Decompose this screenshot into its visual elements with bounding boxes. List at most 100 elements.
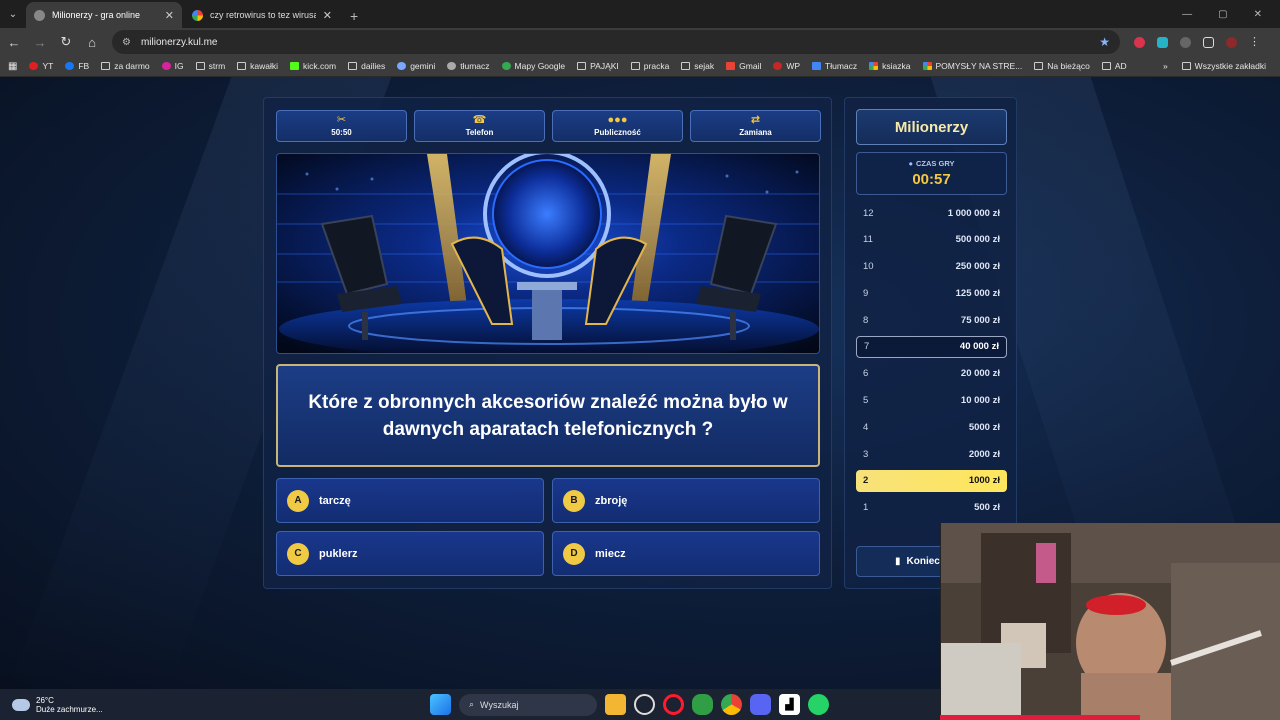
bookmark-tlumacz2[interactable]: Tłumacz: [806, 61, 863, 71]
translate-extension-icon[interactable]: [1157, 36, 1168, 48]
taskbar-search[interactable]: ⌕ Wyszukaj: [459, 693, 597, 716]
lifeline-swap-button[interactable]: ⇄ Zamiana: [690, 110, 821, 142]
answer-letter-badge: C: [287, 542, 309, 565]
audience-icon: ●●●: [607, 114, 628, 126]
bookmark-label: Gmail: [739, 61, 762, 71]
reload-icon[interactable]: ↻: [54, 30, 78, 54]
extension-icon[interactable]: [1180, 36, 1191, 48]
discord-icon[interactable]: [750, 694, 771, 715]
answer-b-button[interactable]: B zbroję: [552, 478, 820, 523]
app-icon[interactable]: [634, 694, 655, 715]
bookmark-folder[interactable]: sejak: [675, 61, 720, 71]
answers-grid: A tarczę B zbroję C puklerz D miecz: [276, 478, 820, 576]
minimize-icon[interactable]: —: [1182, 9, 1192, 20]
ladder-amount: 5000 zł: [968, 421, 1000, 433]
google-translate-icon: [812, 62, 822, 70]
bookmark-gmail[interactable]: Gmail: [720, 61, 767, 71]
bookmark-folder[interactable]: PAJĄKI: [571, 61, 625, 71]
file-explorer-icon[interactable]: [605, 694, 626, 715]
bookmark-label: PAJĄKI: [590, 61, 619, 71]
prize-ladder-row: 5 10 000 zł: [856, 390, 1007, 412]
studio-image: [276, 153, 820, 354]
question-box: Które z obronnych akcesoriów znaleźć moż…: [276, 364, 820, 467]
windows-start-icon[interactable]: [430, 694, 451, 715]
browser-tab-bar: ⌄ Milionerzy - gra online ✕ czy retrowir…: [0, 0, 1280, 28]
window-controls: — ▢ ✕: [1182, 9, 1280, 28]
bookmark-tlumacz[interactable]: tłumacz: [441, 61, 495, 71]
bookmark-kick[interactable]: kick.com: [284, 61, 342, 71]
lifeline-phone-button[interactable]: ☎ Telefon: [414, 110, 545, 142]
prize-ladder-row: 9 125 000 zł: [856, 282, 1007, 304]
lifeline-audience-button[interactable]: ●●● Publiczność: [552, 110, 683, 142]
bookmark-folder[interactable]: dailies: [342, 61, 391, 71]
menu-kebab-icon[interactable]: ⋮: [1249, 36, 1260, 48]
tab-google-search[interactable]: czy retrowirus to tez wirusa - S ✕: [184, 2, 340, 28]
answer-a-button[interactable]: A tarczę: [276, 478, 544, 523]
bookmark-folder[interactable]: za darmo: [95, 61, 155, 71]
maximize-icon[interactable]: ▢: [1218, 9, 1227, 20]
bookmark-label: Tłumacz: [825, 61, 858, 71]
ladder-level: 10: [863, 261, 874, 273]
ladder-amount: 250 000 zł: [955, 261, 1000, 273]
swap-icon: ⇄: [750, 114, 761, 126]
all-bookmarks-folder[interactable]: Wszystkie zakładki: [1176, 61, 1272, 71]
bookmark-label: AD: [1114, 61, 1127, 71]
windows-taskbar: 26°C Duże zachmurze... ⌕ Wyszukaj ▟: [0, 689, 940, 720]
opera-icon[interactable]: [663, 694, 684, 715]
studio-illustration: [277, 154, 819, 353]
close-tab-icon[interactable]: ✕: [323, 9, 332, 22]
answer-c-button[interactable]: C puklerz: [276, 531, 544, 576]
apps-grid-icon[interactable]: ▦: [8, 61, 23, 72]
forward-icon[interactable]: →: [28, 30, 52, 54]
address-toolbar: ← → ↻ ⌂ ⚙ milionerzy.kul.me ★ ⋮: [0, 28, 1280, 56]
weather-description: Duże zachmurze...: [36, 704, 103, 714]
translate-icon: [447, 62, 457, 70]
bookmark-wp[interactable]: WP: [767, 61, 806, 71]
answer-d-button[interactable]: D miecz: [552, 531, 820, 576]
chrome-icon[interactable]: [721, 694, 742, 715]
bookmark-folder[interactable]: kawałki: [231, 61, 284, 71]
bookmark-label: tłumacz: [460, 61, 490, 71]
home-icon[interactable]: ⌂: [80, 30, 104, 54]
tab-milionerzy[interactable]: Milionerzy - gra online ✕: [26, 2, 182, 28]
bookmark-folder[interactable]: Na bieżąco: [1028, 61, 1096, 71]
prize-ladder-row: 4 5000 zł: [856, 416, 1007, 438]
weather-widget[interactable]: 26°C Duże zachmurze...: [0, 696, 430, 714]
bookmark-gemini[interactable]: gemini: [391, 61, 441, 71]
bookmark-maps[interactable]: Mapy Google: [496, 61, 572, 71]
close-tab-icon[interactable]: ✕: [165, 9, 174, 22]
more-bookmarks-chevron-icon[interactable]: »: [1163, 61, 1168, 71]
prize-ladder-row: 1 500 zł: [856, 497, 1007, 519]
ladder-level: 7: [864, 341, 870, 353]
bookmark-pomysly[interactable]: POMYSŁY NA STRE...: [917, 61, 1029, 71]
door-exit-icon: ▮: [895, 556, 901, 567]
bookmark-folder[interactable]: pracka: [625, 61, 676, 71]
tab-title: czy retrowirus to tez wirusa - S: [210, 10, 316, 20]
prize-ladder: 12 1 000 000 zł 11 500 000 zł 10 250 000 zł 9 1…: [856, 202, 1007, 524]
bookmark-ig[interactable]: IG: [156, 61, 190, 71]
bookmark-yt[interactable]: YT: [23, 61, 59, 71]
bookmark-label: IG: [174, 61, 184, 71]
profile-avatar-icon[interactable]: [1226, 36, 1237, 48]
notion-icon[interactable]: ▟: [779, 694, 800, 715]
lifeline-5050-button[interactable]: ✂ 50:50: [276, 110, 407, 142]
back-icon[interactable]: ←: [2, 30, 26, 54]
bookmark-ksiazka[interactable]: ksiazka: [863, 61, 916, 71]
bookmark-star-icon[interactable]: ★: [1099, 35, 1110, 49]
tab-search-chevron-icon[interactable]: ⌄: [0, 0, 26, 28]
site-info-icon[interactable]: ⚙: [122, 37, 131, 48]
whatsapp-icon[interactable]: [808, 694, 829, 715]
record-extension-icon[interactable]: [1134, 36, 1145, 48]
bookmark-label: WP: [786, 61, 801, 71]
bookmark-folder[interactable]: strm: [190, 61, 232, 71]
puzzle-extensions-icon[interactable]: [1203, 36, 1214, 48]
question-text: Które z obronnych akcesoriów znaleźć moż…: [308, 391, 788, 440]
close-window-icon[interactable]: ✕: [1254, 9, 1262, 20]
address-bar[interactable]: ⚙ milionerzy.kul.me ★: [112, 30, 1120, 54]
answer-text: puklerz: [319, 547, 358, 560]
new-tab-button[interactable]: +: [342, 8, 366, 28]
vpn-shield-icon[interactable]: [692, 694, 713, 715]
bookmark-folder[interactable]: AD: [1096, 61, 1133, 71]
url-text: milionerzy.kul.me: [140, 36, 218, 48]
bookmark-fb[interactable]: FB: [59, 61, 95, 71]
